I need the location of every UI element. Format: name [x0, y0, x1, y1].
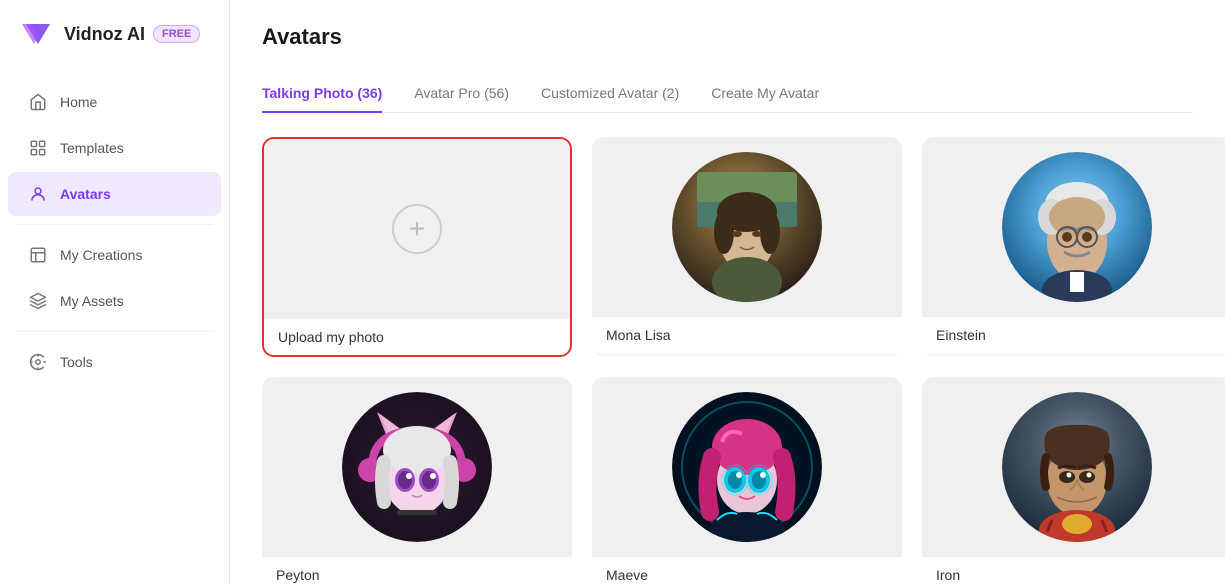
iron-circle	[1002, 392, 1152, 542]
avatar-card-maeve[interactable]: Maeve	[592, 377, 902, 584]
nav-divider	[16, 224, 213, 225]
brand-badge: FREE	[153, 25, 200, 43]
avatar-card-mona-lisa[interactable]: Mona Lisa	[592, 137, 902, 357]
mona-lisa-circle	[672, 152, 822, 302]
sidebar-label-my-creations: My Creations	[60, 247, 142, 263]
sidebar-item-my-creations[interactable]: My Creations	[8, 233, 221, 277]
logo-area: Vidnoz AI FREE	[0, 0, 229, 68]
einstein-image-area	[922, 137, 1225, 317]
avatar-card-iron[interactable]: Iron	[922, 377, 1225, 584]
page-title: Avatars	[262, 24, 1193, 50]
tab-create-my-avatar[interactable]: Create My Avatar	[711, 75, 819, 113]
iron-svg	[1002, 392, 1152, 542]
avatars-icon	[28, 184, 48, 204]
mona-lisa-svg	[672, 152, 822, 302]
peyton-circle	[342, 392, 492, 542]
sidebar-label-home: Home	[60, 94, 97, 110]
tab-avatar-pro[interactable]: Avatar Pro (56)	[414, 75, 509, 113]
peyton-label: Peyton	[262, 557, 572, 584]
tab-talking-photo[interactable]: Talking Photo (36)	[262, 75, 382, 113]
maeve-circle	[672, 392, 822, 542]
einstein-circle	[1002, 152, 1152, 302]
peyton-image-area	[262, 377, 572, 557]
iron-label: Iron	[922, 557, 1225, 584]
einstein-label: Einstein	[922, 317, 1225, 353]
sidebar-label-avatars: Avatars	[60, 186, 111, 202]
maeve-svg	[672, 392, 822, 542]
tab-customized-avatar[interactable]: Customized Avatar (2)	[541, 75, 679, 113]
sidebar-item-tools[interactable]: Tools	[8, 340, 221, 384]
tools-icon	[28, 352, 48, 372]
mona-lisa-label: Mona Lisa	[592, 317, 902, 353]
sidebar-label-tools: Tools	[60, 354, 93, 370]
avatar-card-peyton[interactable]: Peyton	[262, 377, 572, 584]
sidebar-label-my-assets: My Assets	[60, 293, 124, 309]
avatar-card-einstein[interactable]: Einstein	[922, 137, 1225, 357]
brand-name: Vidnoz AI	[64, 24, 145, 45]
upload-image-area: +	[264, 139, 570, 319]
iron-image-area	[922, 377, 1225, 557]
maeve-label: Maeve	[592, 557, 902, 584]
sidebar-item-templates[interactable]: Templates	[8, 126, 221, 170]
sidebar: Vidnoz AI FREE Home Te	[0, 0, 230, 584]
main-content: Avatars Talking Photo (36) Avatar Pro (5…	[230, 0, 1225, 584]
sidebar-item-avatars[interactable]: Avatars	[8, 172, 221, 216]
sidebar-item-my-assets[interactable]: My Assets	[8, 279, 221, 323]
vidnoz-logo-icon	[20, 16, 56, 52]
nav-divider-2	[16, 331, 213, 332]
maeve-image-area	[592, 377, 902, 557]
einstein-svg	[1002, 152, 1152, 302]
avatar-upload-card[interactable]: + Upload my photo	[262, 137, 572, 357]
my-creations-icon	[28, 245, 48, 265]
upload-label: Upload my photo	[264, 319, 570, 355]
nav-list: Home Templates Avatars	[0, 68, 229, 396]
home-icon	[28, 92, 48, 112]
sidebar-item-home[interactable]: Home	[8, 80, 221, 124]
upload-plus-icon: +	[392, 204, 442, 254]
avatar-grid: + Upload my photo	[262, 137, 1193, 584]
my-assets-icon	[28, 291, 48, 311]
sidebar-label-templates: Templates	[60, 140, 124, 156]
peyton-svg	[342, 392, 492, 542]
templates-icon	[28, 138, 48, 158]
tabs-bar: Talking Photo (36) Avatar Pro (56) Custo…	[262, 74, 1193, 113]
mona-lisa-image-area	[592, 137, 902, 317]
